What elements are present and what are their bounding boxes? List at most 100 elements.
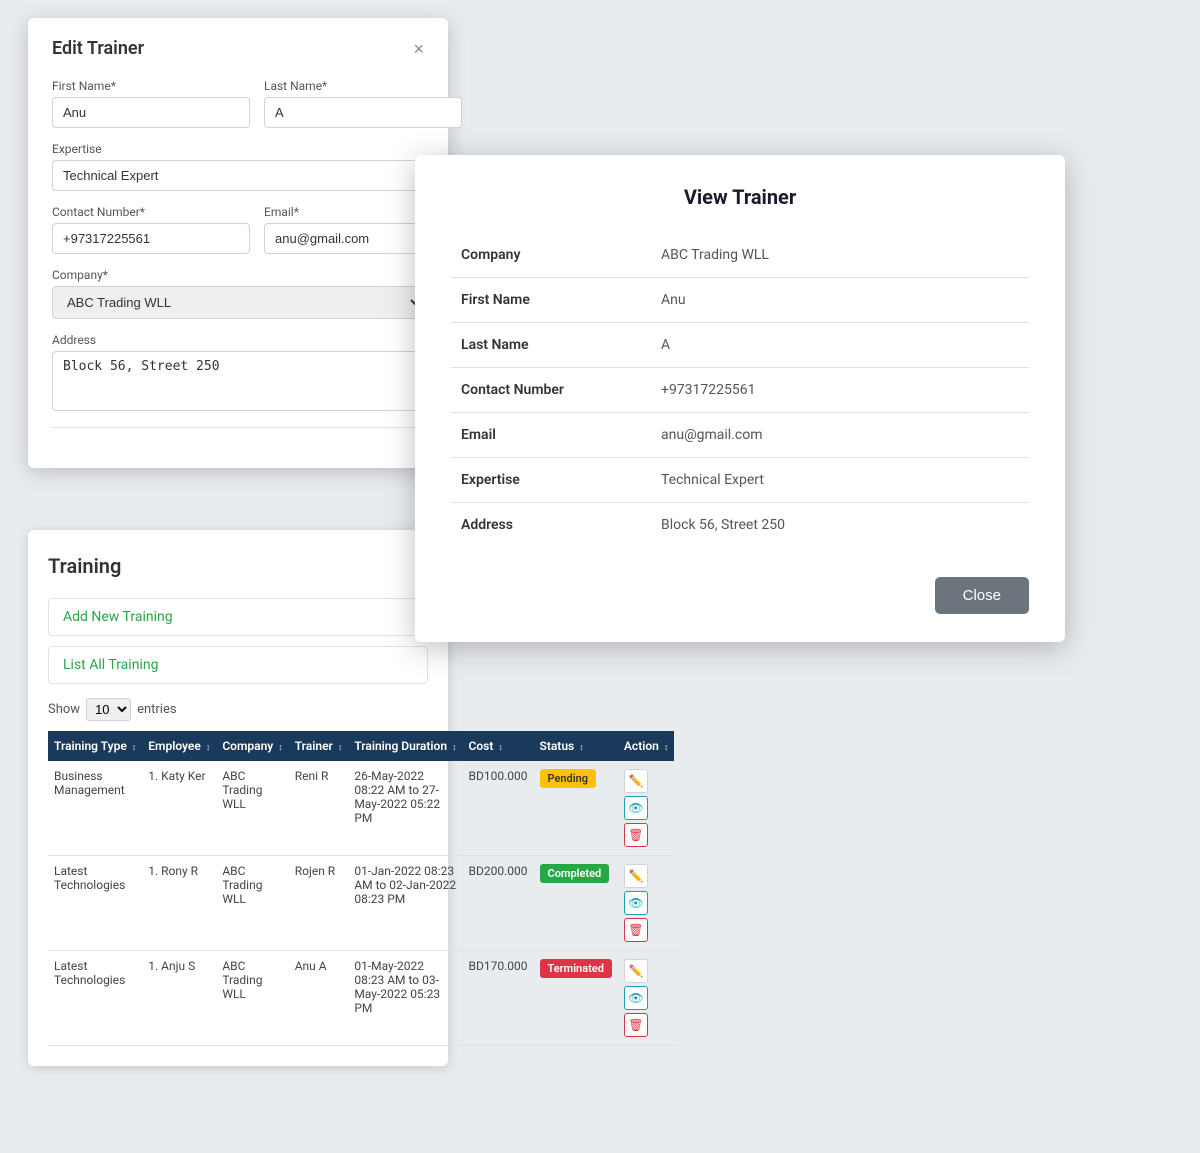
view-trainer-modal: View Trainer Company ABC Trading WLL Fir… <box>415 155 1065 642</box>
th-employee[interactable]: Employee ↕ <box>142 731 216 761</box>
view-row-button[interactable]: 👁 <box>624 986 648 1010</box>
th-status[interactable]: Status ↕ <box>534 731 618 761</box>
company-row: Company* ABC Trading WLL <box>52 268 424 319</box>
view-table-row: Last Name A <box>451 323 1029 368</box>
expertise-input[interactable] <box>52 160 424 191</box>
view-table-row: First Name Anu <box>451 278 1029 323</box>
action-buttons: ✏️ 👁 🗑 <box>624 864 668 942</box>
view-value: A <box>651 323 1029 368</box>
entries-select[interactable]: 10 25 50 <box>86 698 131 721</box>
delete-row-button[interactable]: 🗑 <box>624 1013 648 1037</box>
cell-type: Business Management <box>48 761 142 856</box>
view-row-button[interactable]: 👁 <box>624 796 648 820</box>
address-group: Address <box>52 333 424 411</box>
edit-row-button[interactable]: ✏️ <box>624 769 648 793</box>
training-table: Training Type ↕ Employee ↕ Company ↕ Tra… <box>48 731 674 1046</box>
company-select[interactable]: ABC Trading WLL <box>52 286 424 319</box>
th-action[interactable]: Action ↕ <box>618 731 674 761</box>
expertise-group: Expertise <box>52 142 424 191</box>
last-name-input[interactable] <box>264 97 462 128</box>
view-label: Company <box>451 233 651 278</box>
view-label: Expertise <box>451 458 651 503</box>
view-close-row: Close <box>451 577 1029 614</box>
view-value: ABC Trading WLL <box>651 233 1029 278</box>
cell-action: ✏️ 👁 🗑 <box>618 951 674 1046</box>
cell-duration: 01-Jan-2022 08:23 AM to 02-Jan-2022 08:2… <box>348 856 462 951</box>
first-name-label: First Name* <box>52 79 250 93</box>
view-value: Block 56, Street 250 <box>651 503 1029 548</box>
th-duration[interactable]: Training Duration ↕ <box>348 731 462 761</box>
cell-company: ABC Trading WLL <box>216 761 288 856</box>
add-new-training-link[interactable]: Add New Training <box>48 598 428 636</box>
cell-cost: BD200.000 <box>463 856 534 951</box>
cell-employee: 1. Anju S <box>142 951 216 1046</box>
name-row: First Name* Last Name* <box>52 79 424 128</box>
view-modal-title: View Trainer <box>451 185 1029 209</box>
view-label: First Name <box>451 278 651 323</box>
cell-type: Latest Technologies <box>48 856 142 951</box>
view-label: Last Name <box>451 323 651 368</box>
view-trainer-table: Company ABC Trading WLL First Name Anu L… <box>451 233 1029 547</box>
view-value: +97317225561 <box>651 368 1029 413</box>
view-close-button[interactable]: Close <box>935 577 1029 614</box>
delete-row-button[interactable]: 🗑 <box>624 823 648 847</box>
view-row-button[interactable]: 👁 <box>624 891 648 915</box>
cell-employee: 1. Katy Ker <box>142 761 216 856</box>
cell-status: Completed <box>534 856 618 951</box>
address-row: Address <box>52 333 424 411</box>
cell-trainer: Reni R <box>289 761 349 856</box>
list-all-prefix: List All <box>63 657 105 673</box>
status-badge: Pending <box>540 769 597 788</box>
training-panel: Training Add New Training List All Train… <box>28 530 448 1066</box>
view-value: anu@gmail.com <box>651 413 1029 458</box>
cell-duration: 01-May-2022 08:23 AM to 03-May-2022 05:2… <box>348 951 462 1046</box>
show-entries-row: Show 10 25 50 entries <box>48 698 428 721</box>
form-divider <box>52 427 424 428</box>
cell-company: ABC Trading WLL <box>216 951 288 1046</box>
action-buttons: ✏️ 👁 🗑 <box>624 769 668 847</box>
address-textarea[interactable] <box>52 351 424 411</box>
contact-email-row: Contact Number* Email* <box>52 205 424 254</box>
list-all-training-link[interactable]: List All Training <box>48 646 428 684</box>
th-trainer[interactable]: Trainer ↕ <box>289 731 349 761</box>
th-cost[interactable]: Cost ↕ <box>463 731 534 761</box>
last-name-group: Last Name* <box>264 79 462 128</box>
view-label: Email <box>451 413 651 458</box>
cell-cost: BD170.000 <box>463 951 534 1046</box>
company-group: Company* ABC Trading WLL <box>52 268 424 319</box>
last-name-label: Last Name* <box>264 79 462 93</box>
status-badge: Terminated <box>540 959 612 978</box>
cell-status: Pending <box>534 761 618 856</box>
cell-trainer: Rojen R <box>289 856 349 951</box>
table-row: Latest Technologies 1. Anju S ABC Tradin… <box>48 951 674 1046</box>
cell-trainer: Anu A <box>289 951 349 1046</box>
status-badge: Completed <box>540 864 610 883</box>
cell-company: ABC Trading WLL <box>216 856 288 951</box>
contact-input[interactable] <box>52 223 250 254</box>
address-label: Address <box>52 333 424 347</box>
company-label: Company* <box>52 268 424 282</box>
contact-label: Contact Number* <box>52 205 250 219</box>
view-table-row: Address Block 56, Street 250 <box>451 503 1029 548</box>
table-row: Business Management 1. Katy Ker ABC Trad… <box>48 761 674 856</box>
cell-type: Latest Technologies <box>48 951 142 1046</box>
cell-cost: BD100.000 <box>463 761 534 856</box>
edit-row-button[interactable]: ✏️ <box>624 864 648 888</box>
view-table-row: Email anu@gmail.com <box>451 413 1029 458</box>
table-row: Latest Technologies 1. Rony R ABC Tradin… <box>48 856 674 951</box>
view-value: Anu <box>651 278 1029 323</box>
show-label: Show <box>48 702 80 717</box>
list-all-link-text: Training <box>108 657 158 673</box>
edit-modal-close-button[interactable]: × <box>413 40 424 58</box>
delete-row-button[interactable]: 🗑 <box>624 918 648 942</box>
th-training-type[interactable]: Training Type ↕ <box>48 731 142 761</box>
expertise-label: Expertise <box>52 142 424 156</box>
edit-row-button[interactable]: ✏️ <box>624 959 648 983</box>
view-label: Contact Number <box>451 368 651 413</box>
first-name-input[interactable] <box>52 97 250 128</box>
view-table-row: Contact Number +97317225561 <box>451 368 1029 413</box>
cell-status: Terminated <box>534 951 618 1046</box>
view-table-row: Expertise Technical Expert <box>451 458 1029 503</box>
table-header-row: Training Type ↕ Employee ↕ Company ↕ Tra… <box>48 731 674 761</box>
th-company[interactable]: Company ↕ <box>216 731 288 761</box>
